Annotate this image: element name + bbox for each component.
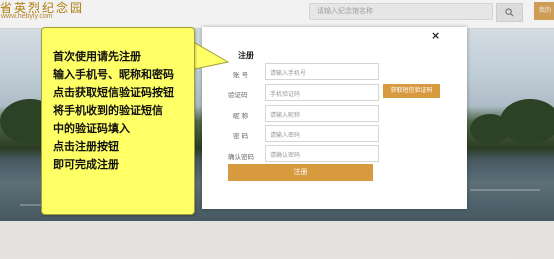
sms-code-placeholder: 手机验证码 [270, 91, 301, 98]
confirm-password-field[interactable]: 请确认密码 [265, 145, 379, 162]
tip-line: 即可完成注册 [53, 158, 119, 171]
close-icon[interactable]: × [431, 29, 440, 42]
nickname-label: 昵 称 [233, 112, 249, 120]
account-label: 账 号 [233, 71, 249, 79]
register-button[interactable]: 注册 [228, 164, 373, 181]
nickname-field[interactable]: 请输入昵称 [265, 105, 379, 122]
tip-line: 输入手机号、昵称和密码 [53, 68, 174, 81]
password-field[interactable]: 请输入密码 [265, 125, 379, 142]
tip-line: 点击注册按钮 [53, 140, 119, 153]
help-tooltip: 首次使用请先注册 输入手机号、昵称和密码 点击获取短信验证码按钮 将手机收到的验… [41, 27, 195, 215]
tip-line: 首次使用请先注册 [53, 50, 141, 63]
tip-line: 点击获取短信验证码按钮 [53, 86, 174, 99]
password-label: 密 码 [233, 132, 249, 140]
confirm-password-placeholder: 请确认密码 [270, 152, 301, 159]
register-modal: × 注册 账 号 请输入手机号 验证码 手机验证码 获取短信验证码 昵 称 请输… [202, 27, 467, 209]
phone-field[interactable]: 请输入手机号 [265, 63, 379, 80]
sms-code-field[interactable]: 手机验证码 [265, 84, 379, 101]
tip-line: 中的验证码填入 [53, 122, 130, 135]
modal-title: 注册 [238, 51, 254, 60]
tip-pointer [190, 40, 230, 71]
phone-placeholder: 请输入手机号 [270, 70, 307, 77]
code-label: 验证码 [228, 91, 248, 99]
password-placeholder: 请输入密码 [270, 132, 301, 139]
nickname-placeholder: 请输入昵称 [270, 112, 301, 119]
get-sms-code-button[interactable]: 获取短信验证码 [383, 84, 440, 98]
confirm-password-label: 确认密码 [228, 153, 254, 161]
tip-line: 将手机收到的验证短信 [53, 104, 163, 117]
